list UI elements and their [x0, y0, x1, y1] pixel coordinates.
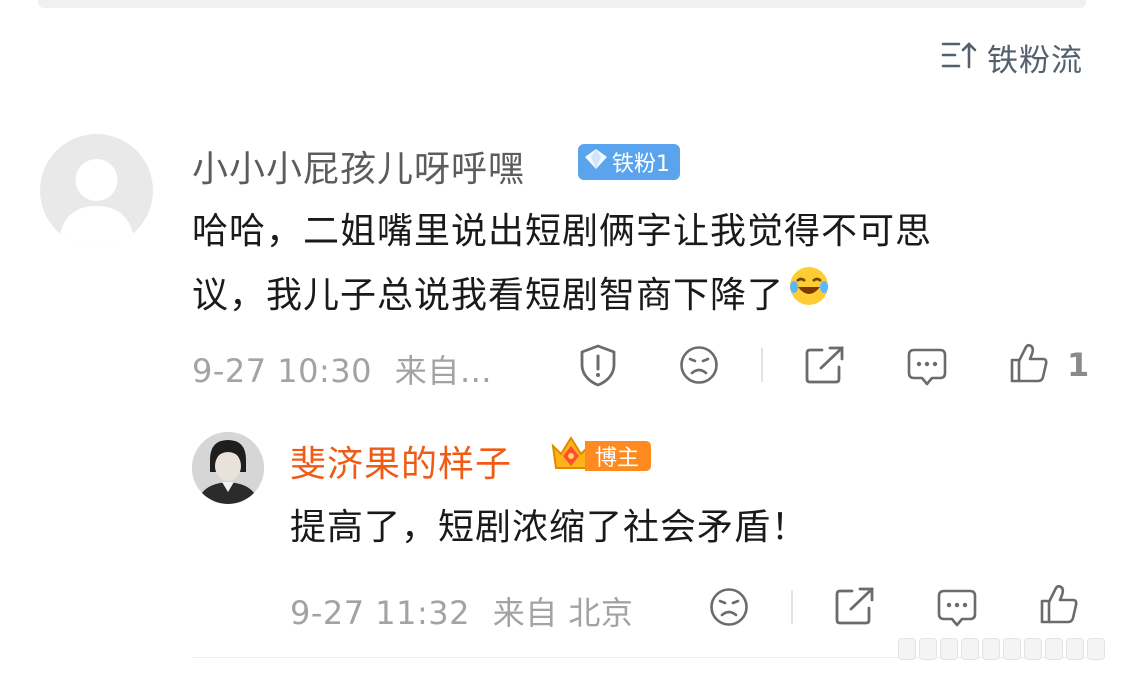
reply-share-icon[interactable]	[834, 586, 876, 626]
top-divider	[38, 0, 1086, 8]
avatar-reply[interactable]	[192, 432, 264, 504]
comment-text-line2: 议，我儿子总说我看短剧智商下降了	[192, 275, 785, 316]
fan-badge[interactable]: 铁粉1	[578, 144, 680, 180]
dislike-face-icon[interactable]	[679, 345, 719, 385]
blogger-badge[interactable]: 博主	[549, 436, 652, 475]
sort-icon	[941, 40, 977, 74]
comment-icon[interactable]	[906, 346, 948, 388]
report-icon[interactable]	[576, 343, 620, 387]
reply-text: 提高了，短剧浓缩了社会矛盾！	[290, 507, 809, 548]
reply-action-divider	[791, 590, 793, 624]
laughing-tears-emoji	[788, 264, 830, 328]
reply-dislike-face-icon[interactable]	[709, 587, 749, 627]
diamond-icon	[584, 148, 608, 176]
like-count: 1	[1067, 346, 1090, 384]
comment-source: 来自…	[394, 352, 493, 390]
comment-username[interactable]: 小小小屁孩儿呀呼嘿	[192, 140, 525, 192]
sort-toggle[interactable]: 铁粉流	[941, 36, 1083, 79]
like-icon[interactable]	[1008, 342, 1050, 384]
reply-comment-icon[interactable]	[936, 587, 978, 629]
comment-text-line1: 哈哈，二姐嘴里说出短剧俩字让我觉得不可思	[192, 211, 933, 252]
reply-source: 来自 北京	[492, 594, 634, 632]
fan-badge-label: 铁粉1	[612, 152, 670, 177]
reply-meta: 9-27 11:32 来自 北京	[290, 588, 633, 634]
reply-username[interactable]: 斐济果的样子	[290, 435, 512, 487]
comment-timestamp: 9-27 10:30	[192, 352, 373, 390]
comment-meta: 9-27 10:30 来自…	[192, 346, 492, 392]
comment-text: 哈哈，二姐嘴里说出短剧俩字让我觉得不可思 议，我儿子总说我看短剧智商下降了	[192, 200, 1072, 328]
share-icon[interactable]	[804, 345, 846, 385]
watermark-mark	[898, 636, 1105, 662]
reply-timestamp: 9-27 11:32	[290, 594, 471, 632]
blogger-badge-label: 博主	[585, 441, 652, 471]
reply-like-icon[interactable]	[1038, 583, 1080, 625]
sort-label: 铁粉流	[987, 42, 1083, 79]
avatar-default[interactable]	[40, 134, 153, 247]
action-divider	[761, 348, 763, 382]
